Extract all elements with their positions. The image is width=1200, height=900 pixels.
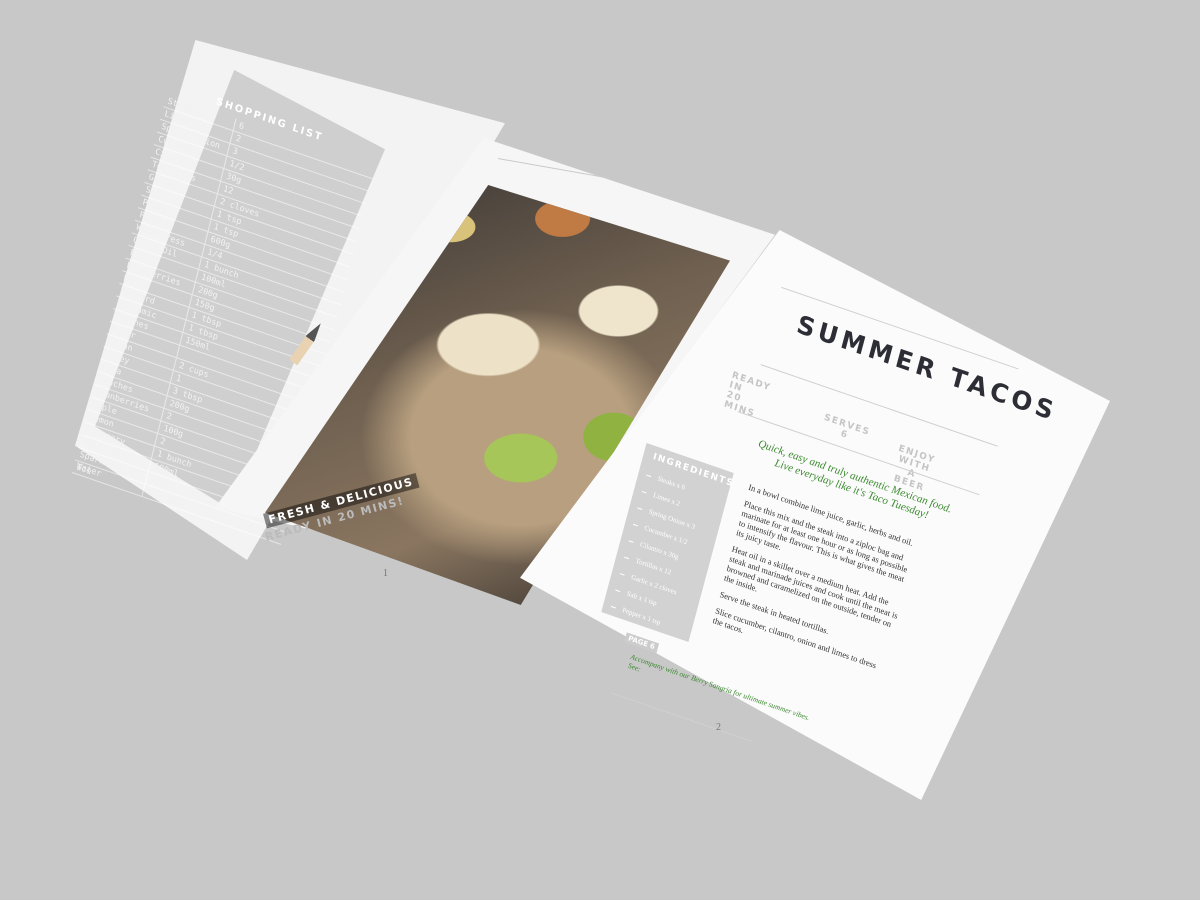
page-number-right: 2 <box>716 722 721 733</box>
magazine-mockup: SHOPPING LIST Steaks 6 Limes 2 Spring Onion 3… <box>0 0 1200 900</box>
page-number-left: 1 <box>383 568 388 579</box>
